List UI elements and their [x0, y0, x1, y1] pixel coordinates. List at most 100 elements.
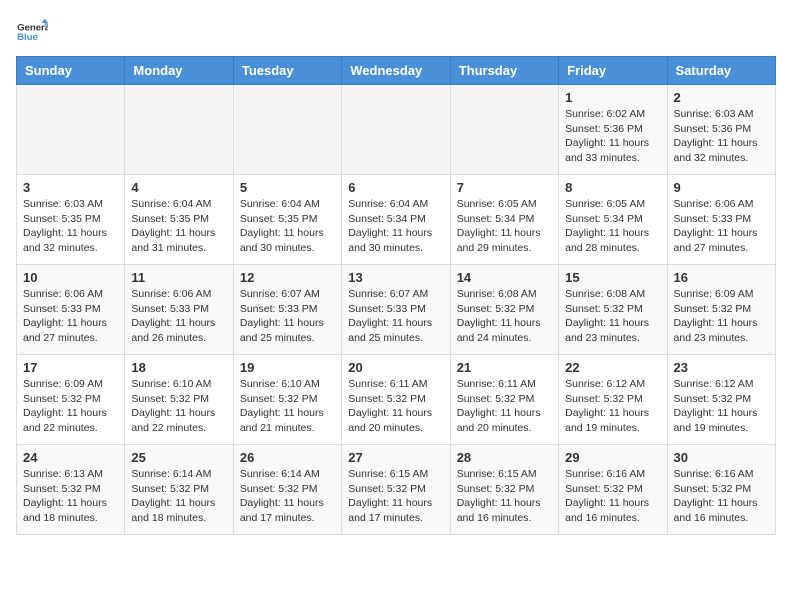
day-cell — [17, 85, 125, 175]
header-cell-saturday: Saturday — [667, 57, 775, 85]
calendar-header: SundayMondayTuesdayWednesdayThursdayFrid… — [17, 57, 776, 85]
day-info: Sunrise: 6:08 AM Sunset: 5:32 PM Dayligh… — [457, 287, 552, 346]
day-cell — [342, 85, 450, 175]
day-cell: 7 Sunrise: 6:05 AM Sunset: 5:34 PM Daylig… — [450, 175, 558, 265]
day-number: 7 — [457, 180, 552, 195]
page-header: General Blue — [16, 16, 776, 48]
day-number: 25 — [131, 450, 226, 465]
header-cell-friday: Friday — [559, 57, 667, 85]
day-info: Sunrise: 6:12 AM Sunset: 5:32 PM Dayligh… — [674, 377, 769, 436]
day-number: 18 — [131, 360, 226, 375]
week-row-1: 1 Sunrise: 6:02 AM Sunset: 5:36 PM Daylig… — [17, 85, 776, 175]
day-info: Sunrise: 6:06 AM Sunset: 5:33 PM Dayligh… — [131, 287, 226, 346]
day-info: Sunrise: 6:07 AM Sunset: 5:33 PM Dayligh… — [348, 287, 443, 346]
day-number: 22 — [565, 360, 660, 375]
header-cell-thursday: Thursday — [450, 57, 558, 85]
calendar-table: SundayMondayTuesdayWednesdayThursdayFrid… — [16, 56, 776, 535]
day-cell: 8 Sunrise: 6:05 AM Sunset: 5:34 PM Daylig… — [559, 175, 667, 265]
day-cell: 3Sunrise: 6:03 AM Sunset: 5:35 PM Daylig… — [17, 175, 125, 265]
week-row-5: 24 Sunrise: 6:13 AM Sunset: 5:32 PM Dayli… — [17, 445, 776, 535]
day-number: 16 — [674, 270, 769, 285]
day-number: 23 — [674, 360, 769, 375]
day-cell — [233, 85, 341, 175]
day-cell: 6Sunrise: 6:04 AM Sunset: 5:34 PM Daylig… — [342, 175, 450, 265]
day-info: Sunrise: 6:10 AM Sunset: 5:32 PM Dayligh… — [240, 377, 335, 436]
header-cell-wednesday: Wednesday — [342, 57, 450, 85]
day-number: 13 — [348, 270, 443, 285]
day-number: 28 — [457, 450, 552, 465]
day-number: 30 — [674, 450, 769, 465]
day-cell: 1 Sunrise: 6:02 AM Sunset: 5:36 PM Daylig… — [559, 85, 667, 175]
day-number: 19 — [240, 360, 335, 375]
day-number: 17 — [23, 360, 118, 375]
logo: General Blue — [16, 16, 48, 48]
day-number: 14 — [457, 270, 552, 285]
day-cell: 26Sunrise: 6:14 AM Sunset: 5:32 PM Dayli… — [233, 445, 341, 535]
day-number: 12 — [240, 270, 335, 285]
day-info: Sunrise: 6:08 AM Sunset: 5:32 PM Dayligh… — [565, 287, 660, 346]
day-cell: 4 Sunrise: 6:04 AM Sunset: 5:35 PM Daylig… — [125, 175, 233, 265]
day-info: Sunrise: 6:11 AM Sunset: 5:32 PM Dayligh… — [457, 377, 552, 436]
day-info: Sunrise: 6:09 AM Sunset: 5:32 PM Dayligh… — [674, 287, 769, 346]
day-number: 4 — [131, 180, 226, 195]
day-number: 2 — [674, 90, 769, 105]
day-number: 3 — [23, 180, 118, 195]
day-info: Sunrise: 6:04 AM Sunset: 5:34 PM Dayligh… — [348, 197, 443, 256]
day-cell: 25 Sunrise: 6:14 AM Sunset: 5:32 PM Dayli… — [125, 445, 233, 535]
day-info: Sunrise: 6:05 AM Sunset: 5:34 PM Dayligh… — [457, 197, 552, 256]
day-number: 8 — [565, 180, 660, 195]
day-number: 10 — [23, 270, 118, 285]
svg-text:Blue: Blue — [17, 32, 38, 43]
header-cell-tuesday: Tuesday — [233, 57, 341, 85]
day-number: 20 — [348, 360, 443, 375]
day-cell: 12 Sunrise: 6:07 AM Sunset: 5:33 PM Dayli… — [233, 265, 341, 355]
day-cell: 10Sunrise: 6:06 AM Sunset: 5:33 PM Dayli… — [17, 265, 125, 355]
day-number: 21 — [457, 360, 552, 375]
logo-icon: General Blue — [16, 16, 48, 48]
day-cell — [125, 85, 233, 175]
day-info: Sunrise: 6:03 AM Sunset: 5:36 PM Dayligh… — [674, 107, 769, 166]
day-cell: 5Sunrise: 6:04 AM Sunset: 5:35 PM Daylig… — [233, 175, 341, 265]
day-number: 15 — [565, 270, 660, 285]
day-cell: 29 Sunrise: 6:16 AM Sunset: 5:32 PM Dayli… — [559, 445, 667, 535]
header-cell-sunday: Sunday — [17, 57, 125, 85]
day-info: Sunrise: 6:14 AM Sunset: 5:32 PM Dayligh… — [131, 467, 226, 526]
day-number: 24 — [23, 450, 118, 465]
day-cell: 21 Sunrise: 6:11 AM Sunset: 5:32 PM Dayli… — [450, 355, 558, 445]
day-cell: 14 Sunrise: 6:08 AM Sunset: 5:32 PM Dayli… — [450, 265, 558, 355]
day-info: Sunrise: 6:04 AM Sunset: 5:35 PM Dayligh… — [131, 197, 226, 256]
day-number: 29 — [565, 450, 660, 465]
day-info: Sunrise: 6:16 AM Sunset: 5:32 PM Dayligh… — [674, 467, 769, 526]
day-cell: 18 Sunrise: 6:10 AM Sunset: 5:32 PM Dayli… — [125, 355, 233, 445]
day-info: Sunrise: 6:15 AM Sunset: 5:32 PM Dayligh… — [348, 467, 443, 526]
day-cell: 27 Sunrise: 6:15 AM Sunset: 5:32 PM Dayli… — [342, 445, 450, 535]
day-cell: 23 Sunrise: 6:12 AM Sunset: 5:32 PM Dayli… — [667, 355, 775, 445]
day-cell: 20Sunrise: 6:11 AM Sunset: 5:32 PM Dayli… — [342, 355, 450, 445]
day-cell: 15 Sunrise: 6:08 AM Sunset: 5:32 PM Dayli… — [559, 265, 667, 355]
day-info: Sunrise: 6:05 AM Sunset: 5:34 PM Dayligh… — [565, 197, 660, 256]
day-cell: 30 Sunrise: 6:16 AM Sunset: 5:32 PM Dayli… — [667, 445, 775, 535]
day-cell: 17 Sunrise: 6:09 AM Sunset: 5:32 PM Dayli… — [17, 355, 125, 445]
day-number: 5 — [240, 180, 335, 195]
day-info: Sunrise: 6:12 AM Sunset: 5:32 PM Dayligh… — [565, 377, 660, 436]
day-cell: 16 Sunrise: 6:09 AM Sunset: 5:32 PM Dayli… — [667, 265, 775, 355]
day-number: 27 — [348, 450, 443, 465]
week-row-4: 17 Sunrise: 6:09 AM Sunset: 5:32 PM Dayli… — [17, 355, 776, 445]
day-info: Sunrise: 6:15 AM Sunset: 5:32 PM Dayligh… — [457, 467, 552, 526]
day-cell: 28 Sunrise: 6:15 AM Sunset: 5:32 PM Dayli… — [450, 445, 558, 535]
day-info: Sunrise: 6:13 AM Sunset: 5:32 PM Dayligh… — [23, 467, 118, 526]
day-cell: 24 Sunrise: 6:13 AM Sunset: 5:32 PM Dayli… — [17, 445, 125, 535]
day-number: 11 — [131, 270, 226, 285]
day-info: Sunrise: 6:16 AM Sunset: 5:32 PM Dayligh… — [565, 467, 660, 526]
day-info: Sunrise: 6:10 AM Sunset: 5:32 PM Dayligh… — [131, 377, 226, 436]
day-info: Sunrise: 6:09 AM Sunset: 5:32 PM Dayligh… — [23, 377, 118, 436]
day-number: 26 — [240, 450, 335, 465]
day-info: Sunrise: 6:07 AM Sunset: 5:33 PM Dayligh… — [240, 287, 335, 346]
day-cell — [450, 85, 558, 175]
header-row: SundayMondayTuesdayWednesdayThursdayFrid… — [17, 57, 776, 85]
day-info: Sunrise: 6:02 AM Sunset: 5:36 PM Dayligh… — [565, 107, 660, 166]
week-row-2: 3Sunrise: 6:03 AM Sunset: 5:35 PM Daylig… — [17, 175, 776, 265]
day-number: 1 — [565, 90, 660, 105]
day-cell: 13 Sunrise: 6:07 AM Sunset: 5:33 PM Dayli… — [342, 265, 450, 355]
calendar-body: 1 Sunrise: 6:02 AM Sunset: 5:36 PM Daylig… — [17, 85, 776, 535]
